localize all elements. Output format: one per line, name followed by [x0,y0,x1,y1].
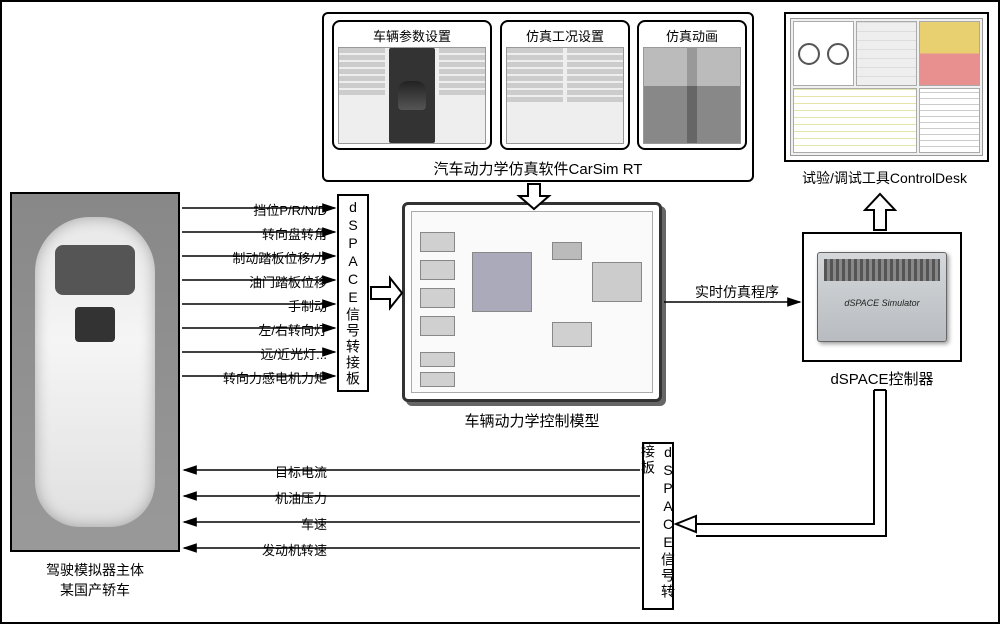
car-body-icon [35,217,155,527]
board-label-right: dSPACE信号转接板 [638,444,678,608]
car-label-1: 驾驶模拟器主体 [10,560,180,580]
carsim-animation-window: 仿真动画 [637,20,747,150]
signal-out-6: 远/近光灯... [187,344,327,363]
table-panel-icon [793,88,917,153]
signal-in-0: 目标电流 [187,462,327,481]
signal-in-3: 发动机转速 [187,540,327,559]
dspace-controller-label: dSPACE控制器 [802,368,962,389]
signal-in-2: 车速 [187,514,327,533]
signal-out-3: 油门踏板位移 [187,272,327,291]
trend-panel-icon [856,21,917,86]
dspace-controller [802,232,962,362]
carsim-tab1-title: 车辆参数设置 [373,26,451,45]
log-panel-icon [919,88,980,153]
signal-out-5: 左/右转向灯 [187,320,327,339]
vehicle-dynamics-model [402,202,662,402]
controldesk-label: 试验/调试工具ControlDesk [772,168,997,188]
controldesk-window [784,12,989,162]
board-label-left: dSPACE信号转接板 [343,199,363,387]
signal-out-1: 转向盘转角 [187,224,327,243]
status-panel-icon [919,21,980,86]
signal-out-0: 挡位P/R/N/D [187,200,327,219]
carsim-tab2-title: 仿真工况设置 [526,26,604,45]
signal-out-7: 转向力感电机力矩 [187,368,327,387]
driving-simulator-vehicle [10,192,180,552]
carsim-params-window: 车辆参数设置 [332,20,492,150]
signal-out-4: 手制动 [187,296,327,315]
carsim-conditions-window: 仿真工况设置 [500,20,630,150]
carsim-tab3-title: 仿真动画 [666,26,718,45]
simulink-label: 车辆动力学控制模型 [402,410,662,431]
car-label-2: 某国产轿车 [10,580,180,600]
vehicle-thumbnail-icon [389,48,435,143]
realtime-program-label: 实时仿真程序 [682,282,792,302]
carsim-group-label: 汽车动力学仿真软件CarSim RT [322,158,754,179]
signal-out-2: 制动踏板位移/力 [187,248,327,267]
gauge-panel-icon [793,21,854,86]
signal-in-1: 机油压力 [187,488,327,507]
simulink-diagram-icon [411,211,653,393]
road-scene-icon [643,47,741,144]
dspace-signal-board-right: dSPACE信号转接板 [642,442,674,610]
dspace-simulator-icon [817,252,947,342]
dspace-signal-board-left: dSPACE信号转接板 [337,194,369,392]
